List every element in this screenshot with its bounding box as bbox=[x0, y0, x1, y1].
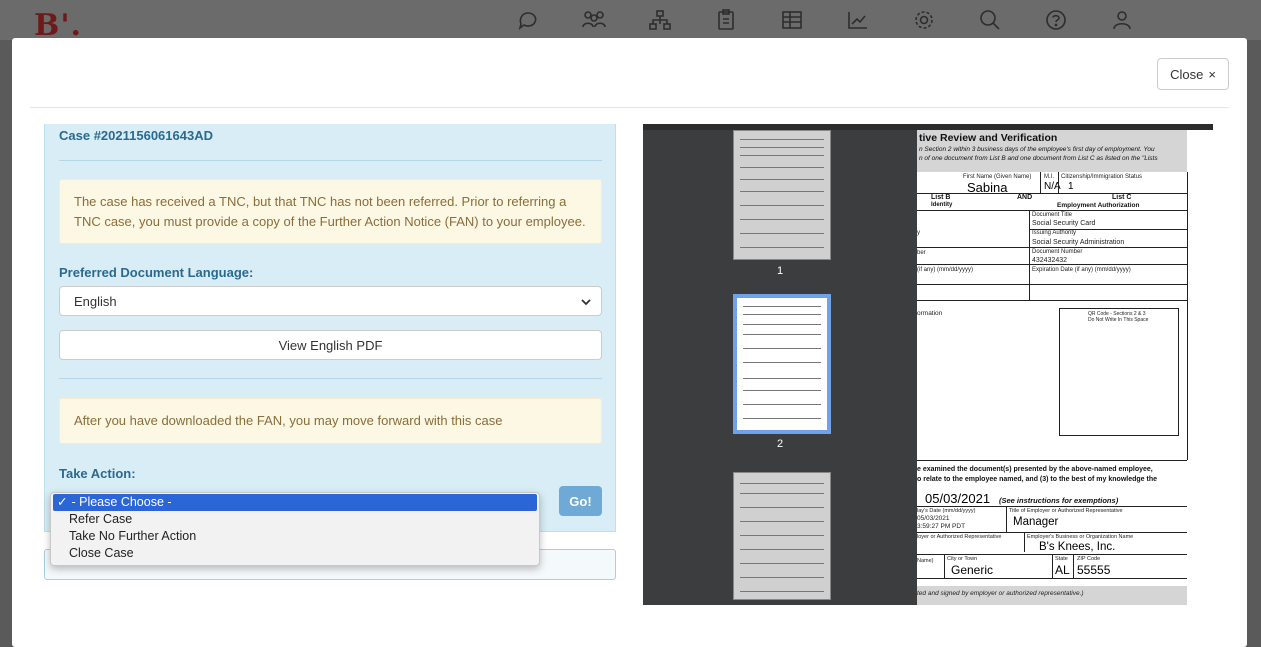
field-fragment: y bbox=[917, 230, 920, 236]
footer-note: ted and signed by employer or authorized… bbox=[917, 590, 1084, 597]
org-chart-icon[interactable] bbox=[627, 8, 693, 32]
chevron-down-icon bbox=[581, 299, 591, 306]
user-icon[interactable] bbox=[1089, 8, 1155, 32]
citizenship-value: 1 bbox=[1068, 181, 1074, 192]
page-header-line: n Section 2 within 3 business days of th… bbox=[919, 146, 1155, 153]
users-icon[interactable] bbox=[561, 8, 627, 32]
modal-header: Close × bbox=[30, 38, 1229, 108]
page-thumbnail-3[interactable] bbox=[733, 472, 831, 600]
doc-number-value: 432432432 bbox=[1032, 257, 1068, 264]
case-modal: Close × Case #2021156061643AD The case h… bbox=[12, 38, 1247, 647]
page-thumbnail-2[interactable] bbox=[733, 294, 831, 434]
language-label: Preferred Document Language: bbox=[59, 265, 254, 280]
app-header: B'. bbox=[0, 0, 1261, 43]
first-day-value: 05/03/2021 bbox=[925, 491, 991, 506]
view-pdf-button[interactable]: View English PDF bbox=[59, 330, 602, 360]
mi-label: M.I. bbox=[1044, 174, 1054, 180]
page-thumbnail-number: 2 bbox=[776, 438, 784, 450]
qr-code-box: QR Code - Sections 2 & 3 Do Not Write In… bbox=[1059, 308, 1179, 436]
doc-number-label: Document Number bbox=[1032, 249, 1083, 255]
page-thumbnail-number: 1 bbox=[776, 265, 784, 277]
field-fragment: ber bbox=[917, 250, 926, 256]
expiration-label-left: (if any) (mm/dd/yyyy) bbox=[917, 267, 974, 273]
gear-icon[interactable] bbox=[891, 8, 957, 32]
close-label: Close bbox=[1170, 66, 1204, 82]
pdf-page: tive Review and Verification n Section 2… bbox=[917, 130, 1213, 605]
thumbnail-sidebar[interactable]: 1 2 bbox=[643, 130, 917, 605]
help-icon[interactable] bbox=[1023, 8, 1089, 32]
and-heading: AND bbox=[1017, 194, 1033, 201]
certification-text: e examined the document(s) presented by … bbox=[917, 466, 1153, 473]
option-close-case[interactable]: Close Case bbox=[51, 545, 539, 562]
case-panel: Case #2021156061643AD The case has recei… bbox=[44, 124, 616, 532]
close-button[interactable]: Close × bbox=[1157, 58, 1229, 90]
issuing-value: Social Security Administration bbox=[1032, 239, 1125, 246]
fan-notice-text: After you have downloaded the FAN, you m… bbox=[74, 413, 503, 428]
business-value: B's Knees, Inc. bbox=[1039, 541, 1116, 553]
language-value: English bbox=[74, 293, 117, 309]
option-take-no-further-action[interactable]: Take No Further Action bbox=[51, 528, 539, 545]
case-title: Case #2021156061643AD bbox=[59, 128, 213, 143]
divider bbox=[59, 378, 602, 379]
exemptions-note: (See instructions for exemptions) bbox=[999, 496, 1119, 505]
issuing-label: Issuing Authority bbox=[1032, 230, 1077, 236]
doc-title-value: Social Security Card bbox=[1032, 220, 1096, 227]
option-label: - Please Choose - bbox=[71, 495, 172, 509]
take-action-label: Take Action: bbox=[59, 466, 136, 481]
title-label: Title of Employer or Authorized Represen… bbox=[1009, 508, 1123, 514]
search-icon[interactable] bbox=[957, 8, 1023, 32]
qr-note: Do Not Write In This Space bbox=[1088, 317, 1149, 323]
page-thumbnail-1[interactable] bbox=[733, 130, 831, 260]
list-c-heading: List C bbox=[1112, 194, 1132, 201]
state-label: State bbox=[1055, 556, 1068, 562]
divider bbox=[59, 160, 602, 161]
chat-icon[interactable] bbox=[495, 8, 561, 32]
expiration-label-right: Expiration Date (if any) (mm/dd/yyyy) bbox=[1032, 267, 1131, 273]
business-label: Employer's Business or Organization Name bbox=[1027, 534, 1134, 540]
clipboard-icon[interactable] bbox=[693, 8, 759, 32]
check-icon: ✓ bbox=[57, 495, 68, 509]
city-label: City or Town bbox=[947, 556, 978, 562]
page-header-title: tive Review and Verification bbox=[919, 132, 1058, 144]
citizenship-label: Citizenship/Immigration Status bbox=[1061, 174, 1143, 180]
page-header: tive Review and Verification n Section 2… bbox=[917, 130, 1187, 172]
today-date-value: 05/03/2021 bbox=[917, 515, 950, 522]
page-footer-band: ted and signed by employer or authorized… bbox=[917, 586, 1187, 605]
language-select[interactable]: English bbox=[59, 286, 602, 316]
city-value: Generic bbox=[951, 563, 994, 577]
title-value: Manager bbox=[1013, 516, 1059, 528]
field-fragment: Name) bbox=[917, 558, 934, 564]
page-header-line: n of one document from List B and one do… bbox=[919, 155, 1158, 162]
table-icon[interactable] bbox=[759, 8, 825, 32]
tnc-notice-text: The case has received a TNC, but that TN… bbox=[74, 193, 586, 229]
identity-heading: Identity bbox=[931, 202, 953, 208]
take-action-dropdown[interactable]: ✓ - Please Choose - Refer Case Take No Fu… bbox=[50, 492, 540, 566]
state-value: AL bbox=[1055, 563, 1070, 577]
employment-auth-heading: Employment Authorization bbox=[1057, 202, 1140, 209]
fan-notice: After you have downloaded the FAN, you m… bbox=[59, 398, 602, 444]
pdf-viewer[interactable]: 1 2 tive Review and Verification n Secti… bbox=[643, 124, 1213, 605]
tnc-notice: The case has received a TNC, but that TN… bbox=[59, 179, 602, 244]
option-refer-case[interactable]: Refer Case bbox=[51, 511, 539, 528]
zip-value: 55555 bbox=[1077, 563, 1111, 577]
doc-title-label: Document Title bbox=[1032, 212, 1073, 218]
chart-icon[interactable] bbox=[825, 8, 891, 32]
certification-text: o relate to the employee named, and (3) … bbox=[917, 476, 1157, 483]
app-nav-icons bbox=[495, 8, 1155, 32]
today-date-label: lay's Date (mm/dd/yyyy) bbox=[917, 508, 976, 514]
zip-label: ZIP Code bbox=[1077, 556, 1101, 562]
additional-info-label: ormation bbox=[917, 310, 943, 317]
list-b-heading: List B bbox=[931, 194, 951, 201]
employer-rep-label: loyer or Authorized Representative bbox=[917, 534, 1002, 540]
option-please-choose[interactable]: ✓ - Please Choose - bbox=[53, 494, 537, 511]
close-icon: × bbox=[1208, 66, 1216, 82]
go-button[interactable]: Go! bbox=[559, 486, 602, 516]
today-time-value: 3:59:27 PM PDT bbox=[917, 523, 966, 530]
